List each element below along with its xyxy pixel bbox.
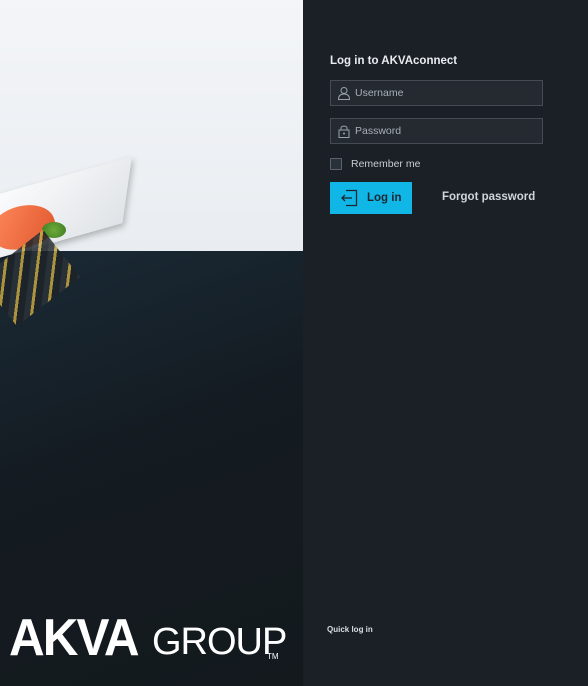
login-button-label: Log in (367, 192, 402, 204)
remember-me-checkbox[interactable] (330, 158, 342, 170)
remember-me-row: Remember me (330, 157, 420, 171)
user-icon (337, 87, 351, 100)
lock-icon (338, 125, 350, 138)
login-title: Log in to AKVAconnect (330, 55, 458, 67)
akva-group-logo: AKVA GROUP TM (9, 609, 287, 668)
password-field[interactable] (330, 118, 543, 144)
login-button[interactable]: Log in (330, 182, 412, 214)
logo-trademark: TM (267, 652, 279, 661)
password-input[interactable] (355, 119, 540, 143)
remember-me-label[interactable]: Remember me (351, 158, 420, 170)
forgot-password-link[interactable]: Forgot password (442, 191, 535, 203)
login-panel: Log in to AKVAconnect Remember me Log in… (303, 0, 588, 686)
login-arrow-icon (341, 189, 358, 207)
hero-image-panel: AKVA GROUP TM (0, 0, 303, 686)
logo-text-bold: AKVA (9, 609, 140, 667)
username-input[interactable] (355, 81, 540, 105)
username-field[interactable] (330, 80, 543, 106)
quick-login-link[interactable]: Quick log in (327, 625, 373, 634)
